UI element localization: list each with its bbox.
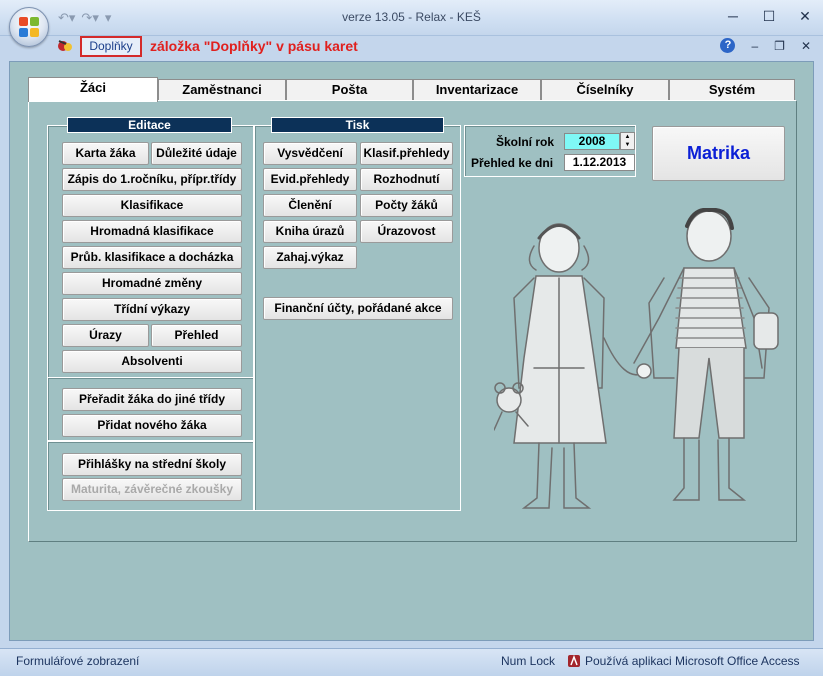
close-icon[interactable]: ✕ [795,6,815,26]
financni-ucty-button[interactable]: Finanční účty, pořádané akce [263,297,453,320]
tridni-vykazy-button[interactable]: Třídní výkazy [62,298,242,321]
minimize-icon[interactable]: ─ [723,6,743,26]
ribbon-tab-doplnky[interactable]: Doplňky [80,36,142,57]
cleneni-button[interactable]: Členění [263,194,357,217]
skolni-rok-spinner[interactable]: ▲ ▼ [620,132,635,150]
ribbon-minimize-icon[interactable]: – [751,39,758,53]
prubezna-klasifikace-button[interactable]: Průb. klasifikace a docházka [62,246,242,269]
office-button[interactable] [9,7,49,47]
editace-header: Editace [67,117,232,133]
title-bar: ↶▾ ↷▾ ▾ verze 13.05 - Relax - KEŠ ─ ☐ ✕ [0,0,823,47]
ribbon-annotation: záložka "Doplňky" v pásu karet [150,38,358,54]
vysvedceni-button[interactable]: Vysvědčení [263,142,357,165]
ribbon-bar: Doplňky záložka "Doplňky" v pásu karet ?… [0,36,823,58]
zapis-button[interactable]: Zápis do 1.ročníku, přípr.třídy [62,168,242,191]
form-area: Žáci Zaměstnanci Pošta Inventarizace Čís… [9,61,814,641]
spin-down-icon[interactable]: ▼ [621,141,634,149]
hromadne-zmeny-button[interactable]: Hromadné změny [62,272,242,295]
preradit-zaka-button[interactable]: Přeřadit žáka do jiné třídy [62,388,242,411]
tab-ciselniky[interactable]: Číselníky [541,79,669,101]
tab-system[interactable]: Systém [669,79,795,101]
urazovost-button[interactable]: Úrazovost [360,220,453,243]
evid-prehledy-button[interactable]: Evid.přehledy [263,168,357,191]
prehled-button[interactable]: Přehled [151,324,242,347]
window-title: verze 13.05 - Relax - KEŠ [342,10,481,24]
absolventi-button[interactable]: Absolventi [62,350,242,373]
status-access-app: Používá aplikaci Microsoft Office Access [585,654,800,668]
tab-page-zaci: Editace Karta žáka Důležité údaje Zápis … [28,100,797,542]
klasif-prehledy-button[interactable]: Klasif.přehledy [360,142,453,165]
skolni-rok-label: Školní rok [496,135,555,149]
klasifikace-button[interactable]: Klasifikace [62,194,242,217]
maturita-button: Maturita, závěrečné zkoušky [62,478,242,501]
prehled-ke-dni-field[interactable]: 1.12.2013 [564,154,635,171]
prihlasky-button[interactable]: Přihlášky na střední školy [62,453,242,476]
matrika-button[interactable]: Matrika [652,126,785,181]
ribbon-close-icon[interactable]: ✕ [801,39,811,53]
status-num-lock: Num Lock [501,654,556,668]
tab-zamestnanci[interactable]: Zaměstnanci [158,79,286,101]
maximize-icon[interactable]: ☐ [759,6,779,26]
ribbon-restore-icon[interactable]: ❐ [774,39,785,53]
help-icon[interactable]: ? [720,38,736,53]
hromadna-klasifikace-button[interactable]: Hromadná klasifikace [62,220,242,243]
spin-up-icon[interactable]: ▲ [621,133,634,141]
tab-inventarizace[interactable]: Inventarizace [413,79,541,101]
tab-zaci[interactable]: Žáci [28,77,158,102]
window-controls: ─ ☐ ✕ [723,6,815,26]
prehled-ke-dni-label: Přehled ke dni [471,156,554,170]
ribbon-controls: ? – ❐ ✕ [720,38,811,53]
addin-icon [58,40,72,51]
kniha-urazu-button[interactable]: Kniha úrazů [263,220,357,243]
zahaj-vykaz-button[interactable]: Zahaj.výkaz [263,246,357,269]
status-bar: Formulářové zobrazení Num Lock Používá a… [0,648,823,676]
tisk-header: Tisk [271,117,444,133]
pocty-zaku-button[interactable]: Počty žáků [360,194,453,217]
tab-posta[interactable]: Pošta [286,79,413,101]
karta-zaka-button[interactable]: Karta žáka [62,142,149,165]
urazy-button[interactable]: Úrazy [62,324,149,347]
access-icon [568,654,580,667]
status-view-mode: Formulářové zobrazení [16,654,140,668]
pridat-zaka-button[interactable]: Přidat nového žáka [62,414,242,437]
dulezite-udaje-button[interactable]: Důležité údaje [151,142,242,165]
office-logo-icon [19,17,40,38]
skolni-rok-field[interactable]: 2008 [564,133,620,150]
children-illustration [494,208,779,509]
rozhodnuti-button[interactable]: Rozhodnutí [360,168,453,191]
